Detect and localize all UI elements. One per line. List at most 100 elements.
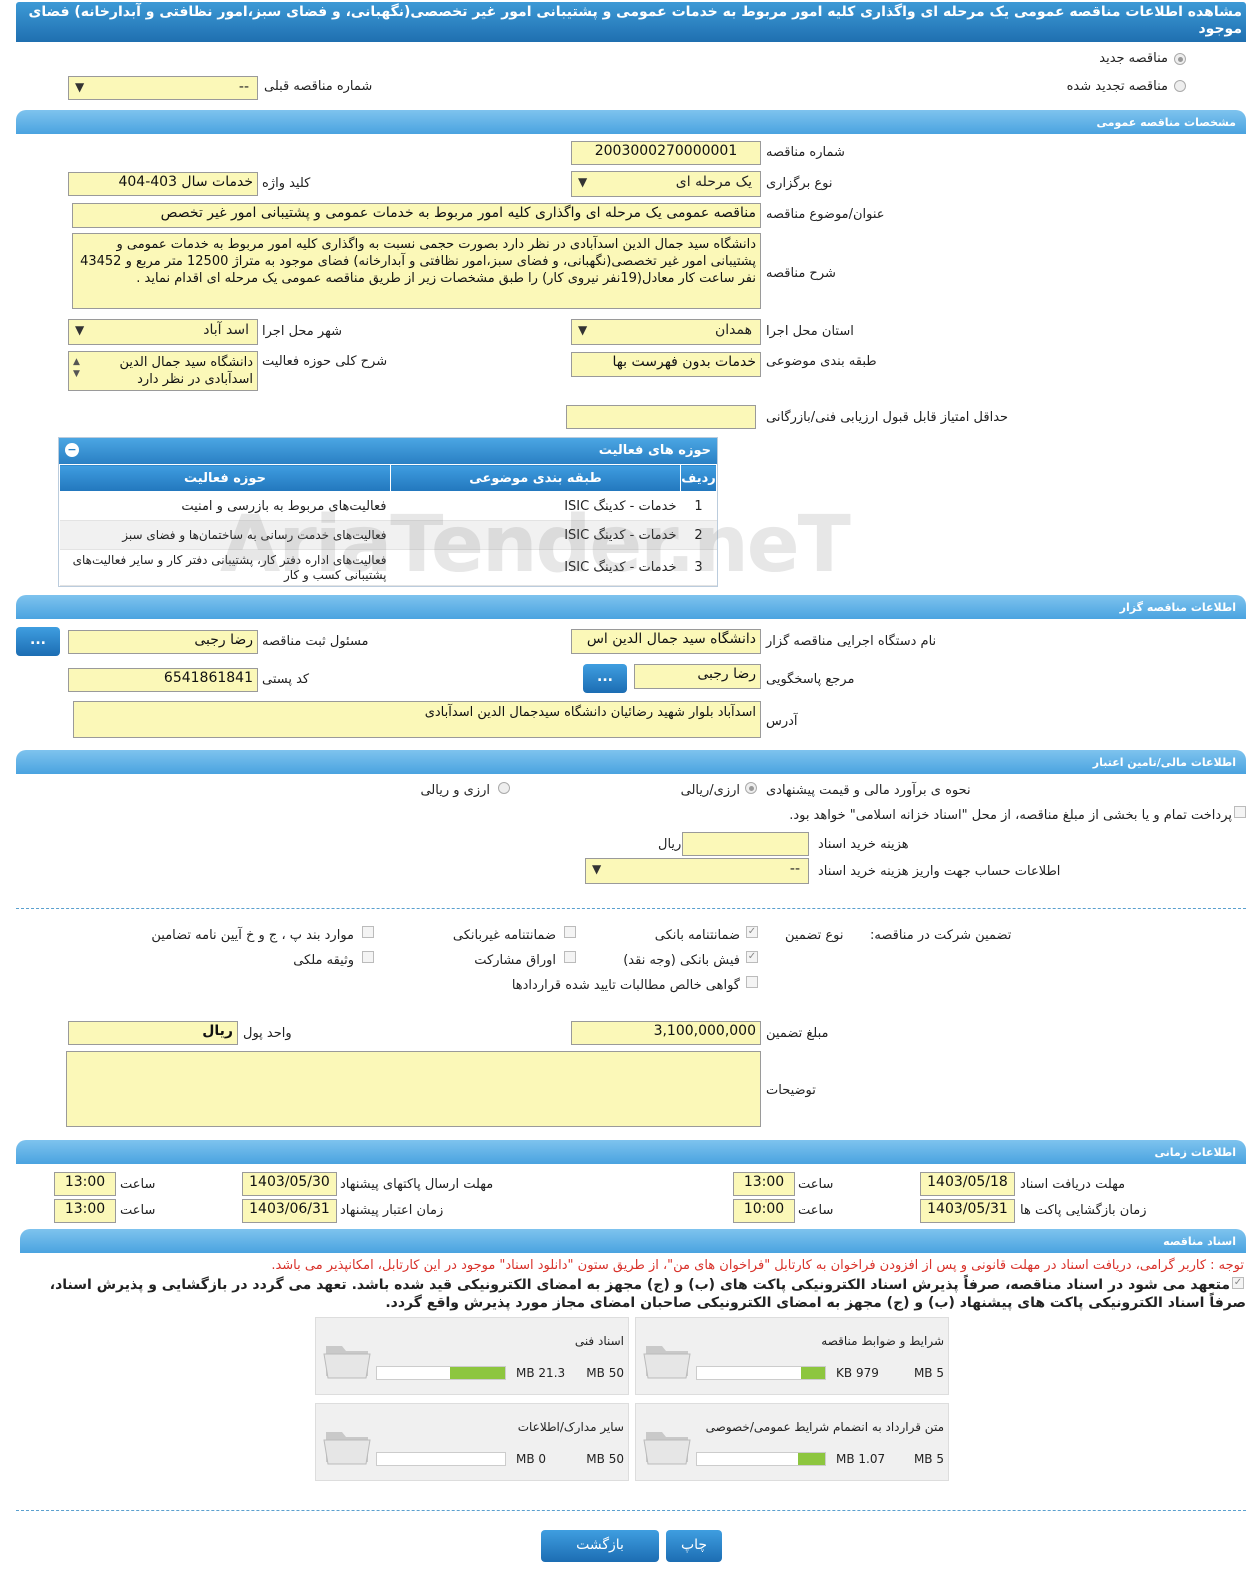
doc-tile[interactable]: شرایط و ضوابط مناقصه 5 MB 979 KB: [635, 1317, 949, 1395]
postal-code-field[interactable]: 6541861841: [68, 668, 258, 692]
receive-date-field[interactable]: 1403/05/18: [920, 1172, 1015, 1196]
currency-field[interactable]: ریال: [68, 1021, 238, 1045]
print-button[interactable]: چاپ: [666, 1530, 722, 1562]
column-header-category: طبقه بندی موضوعی: [390, 464, 681, 492]
doc-max-size: 50 MB: [586, 1452, 624, 1466]
province-select[interactable]: همدان ▼: [571, 319, 761, 345]
doc-progress-bar: [696, 1452, 826, 1466]
city-select[interactable]: اسد آباد ▼: [68, 319, 258, 345]
renewed-tender-radio[interactable]: [1174, 80, 1186, 92]
documents-notice: توجه : کاربر گرامی، دریافت اسناد در مهلت…: [271, 1258, 1244, 1273]
scope-label: شرح کلی حوزه فعالیت: [262, 354, 388, 369]
nonbank-guarantee-checkbox[interactable]: [564, 926, 576, 938]
subject-label: عنوان/موضوع مناقصه: [766, 207, 885, 222]
doc-progress-bar: [696, 1366, 826, 1380]
doc-used-size: 979 KB: [836, 1366, 879, 1380]
back-button[interactable]: بازگشت: [541, 1530, 659, 1562]
scroll-arrows-icon[interactable]: ▲ ▼: [73, 356, 80, 380]
reference-lookup-button[interactable]: ...: [583, 664, 627, 693]
doc-tile[interactable]: اسناد فنی 50 MB 21.3 MB: [315, 1317, 629, 1395]
method-both-radio[interactable]: [498, 782, 510, 794]
opening-date-field[interactable]: 1403/05/31: [920, 1199, 1015, 1223]
activities-title: حوزه های فعالیت: [598, 443, 711, 458]
validity-time-field[interactable]: 13:00: [54, 1199, 116, 1223]
reference-label: مرجع پاسخگویی: [766, 672, 855, 687]
opening-hour-label: ساعت: [798, 1203, 834, 1218]
tender-number-label: شماره مناقصه: [766, 145, 845, 160]
divider: [16, 1510, 1246, 1511]
commitment-checkbox[interactable]: ✓: [1232, 1277, 1244, 1289]
bank-guarantee-label: ضمانتنامه بانکی: [654, 928, 740, 943]
description-area[interactable]: دانشگاه سید جمال الدین اسدآبادی در نظر د…: [72, 233, 761, 309]
city-label: شهر محل اجرا: [262, 324, 342, 339]
org-field[interactable]: دانشگاه سید جمال الدین اس: [571, 629, 761, 654]
receive-time-field[interactable]: 13:00: [733, 1172, 795, 1196]
doc-cost-field[interactable]: [682, 832, 809, 856]
doc-max-size: 5 MB: [913, 1366, 944, 1380]
subject-field[interactable]: مناقصه عمومی یک مرحله ای واگذاری کلیه ام…: [72, 203, 761, 228]
address-area[interactable]: اسدآباد بلوار شهید رضائیان دانشگاه سیدجم…: [73, 701, 761, 738]
doc-tile[interactable]: سایر مدارک/اطلاعات 50 MB 0 MB: [315, 1403, 629, 1481]
submit-time-field[interactable]: 13:00: [54, 1172, 116, 1196]
notes-label: توضیحات: [766, 1083, 816, 1098]
category-field[interactable]: خدمات بدون فهرست بها: [571, 352, 761, 377]
prev-tender-select[interactable]: -- ▼: [68, 76, 258, 100]
bpj-items-checkbox[interactable]: [362, 926, 374, 938]
chevron-down-icon: ▼: [75, 323, 85, 337]
submit-deadline-label: مهلت ارسال پاکتهای پیشنهاد: [340, 1177, 494, 1192]
doc-progress-bar: [376, 1452, 506, 1466]
doc-tile[interactable]: متن قرارداد به انضمام شرایط عمومی/خصوصی …: [635, 1403, 949, 1481]
bonds-label: اوراق مشارکت: [474, 953, 556, 968]
page-title: مشاهده اطلاعات مناقصه عمومی یک مرحله ای …: [16, 2, 1246, 42]
doc-used-size: 1.07 MB: [836, 1452, 886, 1466]
hold-type-select[interactable]: یک مرحله ای ▼: [571, 171, 761, 197]
reference-field[interactable]: رضا رجبی: [634, 664, 761, 689]
submit-date-field[interactable]: 1403/05/30: [242, 1172, 337, 1196]
org-label: نام دستگاه اجرایی مناقصه گزار: [766, 634, 937, 649]
receivables-checkbox[interactable]: [746, 976, 758, 988]
bonds-checkbox[interactable]: [564, 951, 576, 963]
opening-time-field[interactable]: 10:00: [733, 1199, 795, 1223]
min-score-label: حداقل امتیاز قابل قبول ارزیابی فنی/بازرگ…: [766, 410, 1009, 425]
category-label: طبقه بندی موضوعی: [766, 354, 877, 369]
commitment-line-2: صرفاً اسناد الکترونیکی پاکت های پیشنهاد …: [385, 1295, 1246, 1311]
timing-section-header: اطلاعات زمانی: [16, 1140, 1246, 1164]
account-info-select[interactable]: -- ▼: [585, 858, 809, 884]
folder-icon: [643, 1432, 691, 1465]
registrar-field[interactable]: رضا رجبی: [68, 630, 258, 654]
scope-area[interactable]: دانشگاه سید جمال الدین اسدآبادی در نظر د…: [68, 351, 258, 391]
receive-deadline-label: مهلت دریافت اسناد: [1020, 1177, 1126, 1192]
bank-guarantee-checkbox[interactable]: ✓: [746, 926, 758, 938]
activities-panel-header: حوزه های فعالیت −: [59, 438, 717, 464]
guarantee-label: تضمین شرکت در مناقصه:: [870, 928, 1012, 943]
commitment-line-1: متعهد می شود در اسناد مناقصه، صرفاً پذیر…: [49, 1277, 1230, 1293]
notes-area[interactable]: [66, 1051, 761, 1127]
doc-title: اسناد فنی: [574, 1334, 624, 1348]
validity-date-field[interactable]: 1403/06/31: [242, 1199, 337, 1223]
method-rial-radio[interactable]: [745, 782, 757, 794]
prev-tender-label: شماره مناقصه قبلی: [264, 79, 373, 94]
folder-icon: [323, 1432, 371, 1465]
new-tender-label: مناقصه جدید: [1099, 51, 1168, 66]
currency-label: واحد پول: [243, 1026, 292, 1041]
cash-receipt-label: فیش بانکی (وجه نقد): [623, 953, 740, 968]
organizer-section-header: اطلاعات مناقصه گزار: [16, 595, 1246, 619]
collapse-icon[interactable]: −: [65, 443, 79, 457]
min-score-field[interactable]: [566, 405, 756, 429]
registrar-lookup-button[interactable]: ...: [16, 627, 60, 656]
chevron-down-icon: ▼: [578, 323, 588, 337]
account-info-label: اطلاعات حساب جهت واریز هزینه خرید اسناد: [818, 864, 1061, 879]
finance-section-header: اطلاعات مالی/تامین اعتبار: [16, 750, 1246, 774]
treasury-label: پرداخت تمام و یا بخشی از مبلغ مناقصه، از…: [789, 808, 1232, 823]
tender-number-field[interactable]: 2003000270000001: [571, 141, 761, 165]
doc-progress-bar: [376, 1366, 506, 1380]
estimate-method-label: نحوه ی برآورد مالی و قیمت پیشنهادی: [766, 783, 971, 798]
submit-time-label: ساعت: [120, 1177, 156, 1192]
cash-receipt-checkbox[interactable]: ✓: [746, 951, 758, 963]
property-checkbox[interactable]: [362, 951, 374, 963]
treasury-checkbox[interactable]: [1234, 806, 1246, 818]
doc-title: سایر مدارک/اطلاعات: [517, 1420, 624, 1434]
new-tender-radio[interactable]: [1174, 53, 1186, 65]
keyword-field[interactable]: خدمات سال 403-404: [68, 172, 258, 196]
guarantee-amount-field[interactable]: 3,100,000,000: [571, 1021, 761, 1045]
